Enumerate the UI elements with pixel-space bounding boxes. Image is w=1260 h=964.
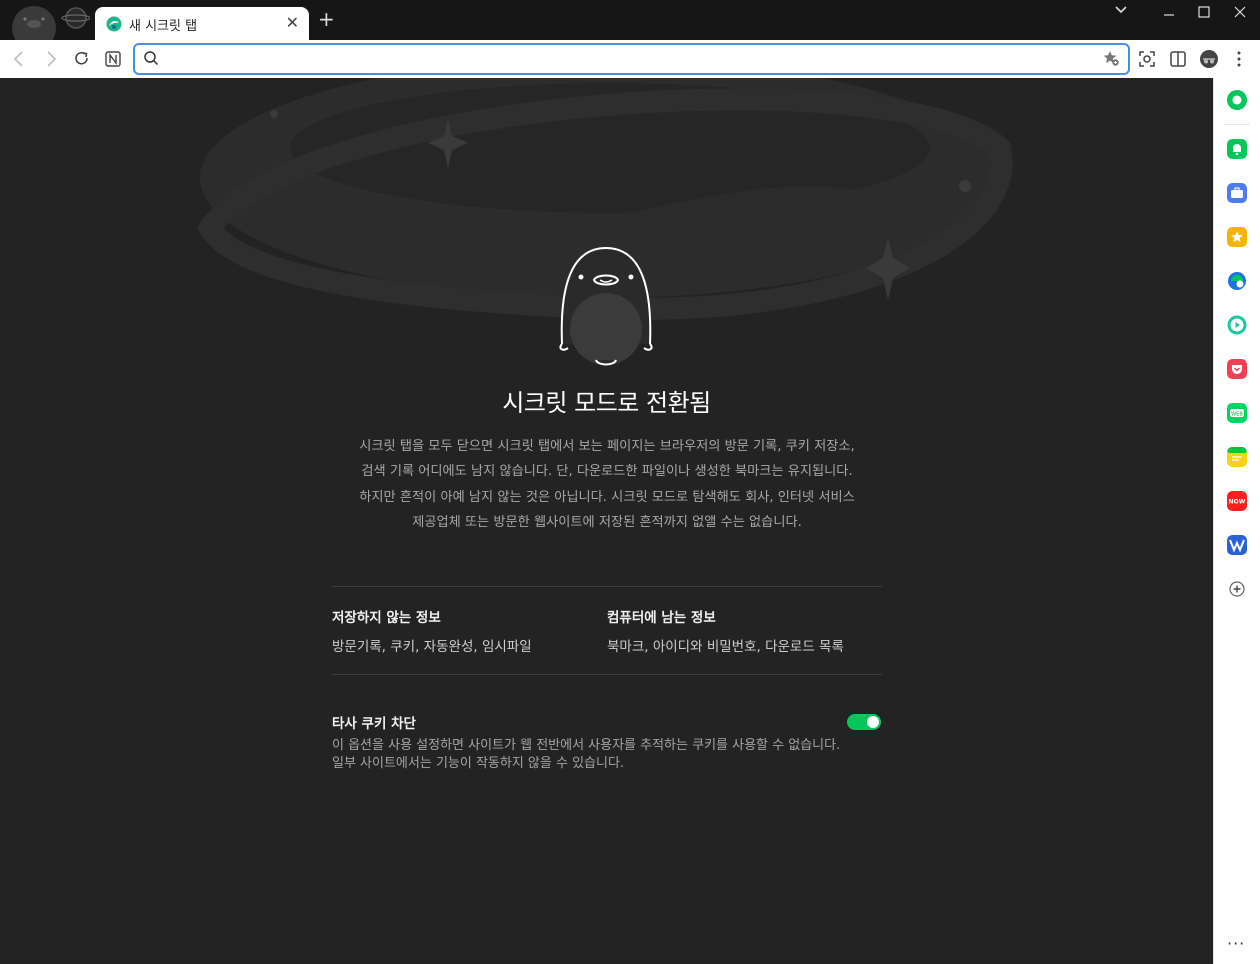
notification-icon[interactable] <box>1227 139 1247 159</box>
divider <box>332 674 882 675</box>
chevron-down-icon <box>1115 6 1127 14</box>
memo-icon[interactable] <box>1227 447 1247 467</box>
back-icon[interactable] <box>9 49 29 69</box>
add-icon[interactable] <box>1227 579 1247 599</box>
title-bar: 새 시크릿 탭 ✕ + <box>0 0 1260 40</box>
bookmark-star-icon[interactable] <box>1102 49 1120 67</box>
page-title: 시크릿 모드로 전환됨 <box>502 389 711 417</box>
third-party-cookie-toggle[interactable] <box>847 714 881 730</box>
not-saved-value: 방문기록, 쿠키, 자동완성, 임시파일 <box>332 639 532 655</box>
third-party-cookie-description: 이 옵션을 사용 설정하면 사이트가 웹 전반에서 사용자를 추적하는 쿠키를 … <box>332 737 892 773</box>
briefcase-icon[interactable] <box>1227 183 1247 203</box>
w-icon[interactable] <box>1227 535 1247 555</box>
address-input[interactable] <box>165 48 1069 70</box>
naver-home-icon[interactable] <box>103 49 123 69</box>
play-icon[interactable] <box>1227 315 1247 335</box>
close-window-button[interactable] <box>1233 4 1247 23</box>
svg-text:NOW: NOW <box>1229 499 1246 506</box>
navigation-toolbar <box>0 40 1260 79</box>
pocket-icon[interactable] <box>1227 359 1247 379</box>
cookie-desc-line: 일부 사이트에서는 기능이 작동하지 않을 수 있습니다. <box>332 756 625 771</box>
incognito-mascot-icon <box>559 246 653 366</box>
mascot-decoration-icon <box>12 6 90 40</box>
incognito-favicon-icon <box>106 16 122 32</box>
not-saved-heading: 저장하지 않는 정보 <box>332 610 441 626</box>
description-line: 하지만 흔적이 아예 남지 않는 것은 아닙니다. 시크릿 모드로 탐색해도 회… <box>359 489 855 505</box>
description-line: 제공업체 또는 방문한 웹사이트에 저장된 흔적까지 없앨 수는 없습니다. <box>412 514 802 530</box>
description-line: 검색 기록 어디에도 남지 않습니다. 단, 다운로드한 파일이나 생성한 북마… <box>361 464 853 480</box>
tab-incognito[interactable]: 새 시크릿 탭 ✕ <box>95 7 309 40</box>
star-icon[interactable] <box>1227 227 1247 247</box>
tab-close-icon[interactable]: ✕ <box>286 13 299 32</box>
incognito-profile-icon[interactable] <box>1199 49 1219 69</box>
side-panel: WEB NOW ··· <box>1213 78 1260 964</box>
sidebar-more-icon[interactable]: ··· <box>1227 934 1245 953</box>
tab-title: 새 시크릿 탭 <box>129 19 198 34</box>
new-tab-button[interactable]: + <box>318 9 336 29</box>
close-icon <box>1234 6 1246 18</box>
split-view-icon[interactable] <box>1168 49 1188 69</box>
description-line: 시크릿 탭을 모두 닫으면 시크릿 탭에서 보는 페이지는 브라우저의 방문 기… <box>359 439 855 454</box>
divider <box>332 586 882 587</box>
tab-list-button[interactable] <box>1114 2 1128 21</box>
toggle-knob <box>867 716 879 728</box>
calendar-icon[interactable] <box>1227 271 1247 291</box>
incognito-description: 시크릿 탭을 모두 닫으면 시크릿 탭에서 보는 페이지는 브라우저의 방문 기… <box>330 434 884 535</box>
search-icon <box>144 51 159 66</box>
svg-text:WEB: WEB <box>1231 412 1243 418</box>
maximize-button[interactable] <box>1197 4 1211 23</box>
capture-icon[interactable] <box>1137 49 1157 69</box>
green-circle-icon[interactable] <box>1227 90 1247 110</box>
incognito-page: 시크릿 모드로 전환됨 시크릿 탭을 모두 닫으면 시크릿 탭에서 보는 페이지… <box>0 78 1213 964</box>
forward-icon[interactable] <box>41 49 61 69</box>
minimize-icon <box>1164 14 1174 16</box>
maximize-icon <box>1198 6 1210 18</box>
sidebar-divider <box>1224 124 1250 125</box>
saved-value: 북마크, 아이디와 비밀번호, 다운로드 목록 <box>607 639 844 655</box>
cookie-desc-line: 이 옵션을 사용 설정하면 사이트가 웹 전반에서 사용자를 추적하는 쿠키를 … <box>332 738 841 753</box>
reload-icon[interactable] <box>72 49 92 69</box>
third-party-cookie-heading: 타사 쿠키 차단 <box>332 716 416 732</box>
minimize-button[interactable] <box>1162 4 1176 23</box>
saved-heading: 컴퓨터에 남는 정보 <box>607 610 716 626</box>
now-icon[interactable]: NOW <box>1227 491 1247 511</box>
menu-more-icon[interactable] <box>1229 49 1249 69</box>
saved-info: 컴퓨터에 남는 정보 북마크, 아이디와 비밀번호, 다운로드 목록 <box>607 606 844 655</box>
address-bar[interactable] <box>133 43 1130 75</box>
webtoon-icon[interactable]: WEB <box>1227 403 1247 423</box>
not-saved-info: 저장하지 않는 정보 방문기록, 쿠키, 자동완성, 임시파일 <box>332 606 532 655</box>
